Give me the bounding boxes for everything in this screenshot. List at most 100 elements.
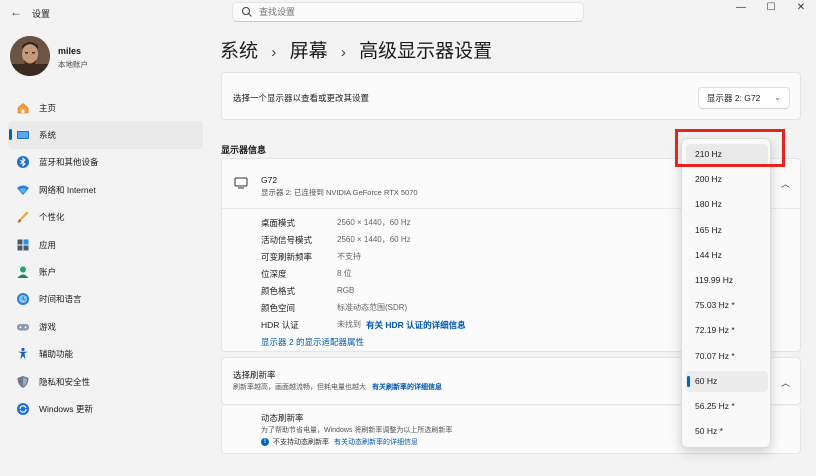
info-row: HDR 认证 未找到 有关 HDR 认证的详细信息 (261, 316, 466, 333)
network-icon (17, 185, 29, 195)
display-info-rows: 桌面模式 2560 × 1440，60 Hz 活动信号模式 2560 × 144… (261, 214, 466, 333)
windows-update-icon (17, 402, 29, 415)
info-icon: ! (261, 438, 269, 446)
info-value: RGB (337, 286, 355, 295)
sidebar-item-label: 账户 (39, 267, 57, 278)
info-value: 未找到 (337, 320, 361, 329)
hdr-certification-link[interactable]: 有关 HDR 认证的详细信息 (366, 319, 466, 331)
sidebar-item-windows-update[interactable]: Windows 更新 (8, 395, 203, 422)
sidebar-item-privacy[interactable]: 隐私和安全性 (8, 368, 203, 395)
info-row: 位深度 8 位 (261, 265, 466, 282)
rate-option-200[interactable]: 200 Hz (686, 169, 768, 190)
account-type: 本地账户 (58, 60, 88, 69)
breadcrumb-display[interactable]: 屏幕 (290, 41, 328, 62)
sidebar-item-label: 游戏 (39, 321, 57, 332)
rate-option-60[interactable]: 60 Hz (686, 370, 768, 392)
dynamic-refresh-rate-warning: ! 不支持动态刷新率 有关动态刷新率的详细信息 (261, 437, 418, 447)
info-key: 颜色格式 (261, 285, 296, 296)
user-name: miles (58, 46, 82, 56)
search-input[interactable] (259, 3, 559, 21)
rate-option-180[interactable]: 180 Hz (686, 194, 768, 215)
apps-icon (17, 239, 29, 251)
dynamic-rate-details-link[interactable]: 有关动态刷新率的详细信息 (334, 437, 418, 447)
rate-option-119-99[interactable]: 119.99 Hz (686, 270, 768, 291)
display-adapter-properties-link[interactable]: 显示器 2 的显示适配器属性 (261, 336, 364, 348)
select-display-card: 选择一个显示器以查看或更改其设置 显示器 2: G72 ⌄ (221, 72, 801, 120)
info-row: 活动信号模式 2560 × 1440，60 Hz (261, 231, 466, 248)
breadcrumb-separator: › (340, 44, 346, 61)
sidebar-item-accessibility[interactable]: 辅助功能 (8, 341, 203, 368)
sidebar-item-gaming[interactable]: 游戏 (8, 313, 203, 340)
sidebar-item-label: 系统 (39, 130, 57, 141)
sidebar-item-system[interactable]: 系统 (8, 121, 203, 149)
info-value: 2560 × 1440，60 Hz (337, 235, 411, 244)
close-button[interactable]: ✕ (784, 0, 816, 16)
info-value: 标准动态范围(SDR) (337, 303, 408, 312)
info-key: 位深度 (261, 268, 287, 279)
bluetooth-icon (17, 156, 29, 169)
rate-option-50[interactable]: 50 Hz * (686, 421, 768, 442)
display-dropdown[interactable]: 显示器 2: G72 ⌄ (698, 87, 790, 109)
monitor-name: G72 (261, 175, 278, 185)
dynamic-refresh-rate-subtitle: 为了帮助节省电量，Windows 将刷新率调整为以上所选刷新率 (261, 427, 453, 434)
select-display-label: 选择一个显示器以查看或更改其设置 (233, 93, 370, 103)
info-key: HDR 认证 (261, 319, 299, 330)
rate-option-72-19[interactable]: 72.19 Hz * (686, 320, 768, 341)
sidebar-item-time-language[interactable]: 时间和语言 (8, 286, 203, 313)
sidebar-item-home[interactable]: 主页 (8, 94, 203, 121)
chevron-up-icon[interactable]: ︿ (781, 376, 790, 389)
sidebar-item-label: 蓝牙和其他设备 (39, 157, 99, 168)
dynamic-refresh-rate-title: 动态刷新率 (261, 413, 304, 423)
sidebar-item-bluetooth[interactable]: 蓝牙和其他设备 (8, 149, 203, 176)
back-arrow-icon[interactable]: ← (6, 3, 26, 21)
sidebar-item-label: 主页 (39, 102, 57, 113)
warning-text: 不支持动态刷新率 (273, 439, 329, 446)
chevron-up-icon[interactable]: ︿ (781, 177, 790, 190)
sidebar-item-apps[interactable]: 应用 (8, 231, 203, 258)
info-key: 桌面模式 (261, 217, 296, 228)
sidebar-item-personalization[interactable]: 个性化 (8, 204, 203, 231)
refresh-rate-subtitle-text: 刷新率越高，画面越流畅，但耗电量也越大 (233, 384, 366, 391)
sidebar-item-network[interactable]: 网络和 Internet (8, 176, 203, 203)
info-row: 桌面模式 2560 × 1440，60 Hz (261, 214, 466, 231)
privacy-icon (17, 375, 29, 388)
breadcrumb: 系统 › 屏幕 › 高级显示器设置 (220, 36, 500, 63)
avatar[interactable] (10, 36, 50, 76)
sidebar-item-label: 个性化 (39, 212, 65, 223)
rate-option-165[interactable]: 165 Hz (686, 220, 768, 241)
sidebar-item-label: Windows 更新 (39, 403, 93, 414)
search-icon (241, 6, 252, 17)
monitor-icon (234, 177, 248, 189)
breadcrumb-system[interactable]: 系统 (220, 41, 258, 62)
home-icon (17, 102, 29, 113)
info-key: 活动信号模式 (261, 234, 313, 245)
info-row: 颜色格式 RGB (261, 282, 466, 299)
minimize-button[interactable]: — (724, 0, 758, 16)
info-row: 可变刷新频率 不支持 (261, 248, 466, 265)
info-key: 颜色空间 (261, 302, 296, 313)
account-icon (17, 266, 29, 279)
rate-option-75-03[interactable]: 75.03 Hz * (686, 295, 768, 316)
highlight-annotation-box (675, 129, 785, 167)
sidebar-nav: 主页 系统 蓝牙和其他设备 网络和 Internet 个性化 应用 账户 时间和… (8, 94, 203, 423)
refresh-rate-title: 选择刷新率 (233, 370, 276, 380)
page-title: 高级显示器设置 (359, 41, 493, 62)
chevron-down-icon: ⌄ (774, 93, 781, 102)
rate-option-70-07[interactable]: 70.07 Hz * (686, 346, 768, 367)
info-row: 颜色空间 标准动态范围(SDR) (261, 299, 466, 316)
maximize-button[interactable]: ☐ (754, 0, 788, 16)
info-value: 不支持 (337, 252, 361, 261)
sidebar-item-label: 辅助功能 (39, 349, 74, 360)
rate-option-144[interactable]: 144 Hz (686, 245, 768, 266)
sidebar-item-accounts[interactable]: 账户 (8, 258, 203, 285)
breadcrumb-separator: › (271, 44, 277, 61)
gaming-icon (17, 323, 29, 331)
sidebar-item-label: 隐私和安全性 (39, 376, 91, 387)
display-dropdown-value: 显示器 2: G72 (707, 93, 761, 103)
search-box[interactable] (232, 2, 584, 22)
refresh-rate-subtitle: 刷新率越高，画面越流畅，但耗电量也越大 有关刷新率的详细信息 (233, 382, 442, 392)
rate-option-56-25[interactable]: 56.25 Hz * (686, 396, 768, 417)
title-bar: ← 设置 — ☐ ✕ (0, 0, 816, 26)
refresh-rate-details-link[interactable]: 有关刷新率的详细信息 (372, 384, 442, 391)
section-title-display-info: 显示器信息 (221, 145, 267, 155)
